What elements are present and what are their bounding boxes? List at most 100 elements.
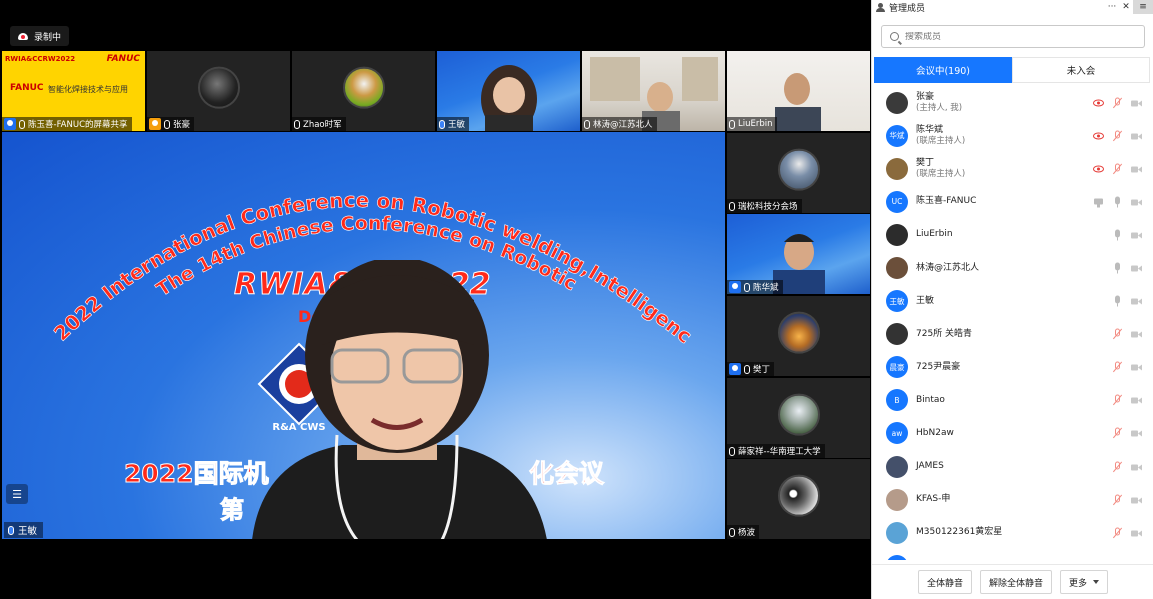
eye-icon[interactable] (1093, 130, 1104, 141)
member-row[interactable]: 王敏 王敏 (872, 285, 1153, 318)
video-tile[interactable]: 陈华斌 (727, 214, 870, 294)
unmute-all-button[interactable]: 解除全体静音 (979, 570, 1052, 594)
member-text: KFAS-申 (916, 494, 950, 505)
cloud-record-icon (18, 32, 28, 40)
window-buttons: ··· ✕ ≡ (1105, 0, 1153, 14)
member-row[interactable]: 张豪 (主持人, 我) (872, 86, 1153, 119)
member-row[interactable]: KFAS-申 (872, 483, 1153, 516)
microphone-muted-icon[interactable] (1112, 163, 1123, 174)
microphone-muted-icon[interactable] (1112, 328, 1123, 340)
tile-label: 陈华斌 (727, 280, 783, 294)
member-row[interactable]: B Bintao (872, 384, 1153, 417)
member-name: JAMES (916, 461, 944, 472)
video-tile[interactable]: LiuErbin (727, 51, 870, 131)
microphone-muted-icon[interactable] (1112, 494, 1123, 505)
member-name: 樊丁 (916, 157, 935, 168)
video-tile-screen-share[interactable]: RWIA&CCRW2022 FANUC FANUC 智能化焊接技术与应用 陈玉喜… (2, 51, 145, 131)
video-tile[interactable]: 王敏 (437, 51, 580, 131)
list-toggle-button[interactable]: ☰ (6, 484, 28, 504)
member-row[interactable]: 晨豪 725尹晨豪 (872, 351, 1153, 384)
tile-name: 樊丁 (753, 365, 771, 375)
camera-off-icon[interactable] (1131, 461, 1142, 472)
meeting-window: 录制中 RWIA&CCRW2022 FANUC FANUC 智能化焊接技术与应用… (0, 0, 1153, 599)
mic-icon (729, 201, 735, 211)
tile-name: 薛家祥--华南理工大学 (738, 447, 821, 457)
member-row[interactable]: JAMES (872, 450, 1153, 483)
camera-off-icon[interactable] (1131, 527, 1142, 538)
member-status-icons (1112, 394, 1142, 406)
microphone-muted-icon[interactable] (1112, 130, 1123, 141)
microphone-icon[interactable] (1112, 262, 1123, 274)
member-row[interactable]: SSJFun (872, 549, 1153, 560)
member-row[interactable]: aw HbN2aw (872, 417, 1153, 450)
member-row[interactable]: LiuErbin (872, 218, 1153, 251)
avatar (886, 455, 908, 478)
microphone-muted-icon[interactable] (1112, 97, 1123, 108)
screen-share-icon[interactable] (1093, 196, 1104, 208)
camera-off-icon[interactable] (1131, 229, 1142, 240)
member-row[interactable]: 725所 关皓青 (872, 318, 1153, 351)
microphone-icon[interactable] (1112, 196, 1123, 208)
video-tile[interactable]: 瑞松科技分会场 (727, 133, 870, 213)
more-options-button[interactable]: ··· (1105, 0, 1119, 14)
camera-off-icon[interactable] (1131, 97, 1142, 108)
mute-all-button[interactable]: 全体静音 (917, 570, 972, 594)
video-tile[interactable]: 薛家祥--华南理工大学 (727, 378, 870, 458)
video-tile[interactable]: Zhao时军 (292, 51, 435, 131)
camera-off-icon[interactable] (1131, 395, 1142, 406)
member-row[interactable]: M350122361黄宏星 (872, 516, 1153, 549)
member-row[interactable]: 林涛@江苏北人 (872, 251, 1153, 284)
microphone-muted-icon[interactable] (1112, 527, 1123, 538)
avatar (886, 91, 908, 114)
member-row[interactable]: 华斌 陈华斌 (联席主持人) (872, 119, 1153, 152)
camera-off-icon[interactable] (1131, 130, 1142, 141)
member-status-icons (1112, 262, 1142, 274)
microphone-muted-icon[interactable] (1112, 361, 1123, 373)
member-text: 陈华斌 (联席主持人) (916, 125, 965, 147)
member-name: 张豪 (916, 91, 935, 102)
camera-off-icon[interactable] (1131, 196, 1142, 207)
avatar (777, 393, 820, 436)
microphone-muted-icon[interactable] (1112, 427, 1123, 439)
member-row[interactable]: UC 陈玉喜-FANUC (872, 185, 1153, 218)
recording-label: 录制中 (34, 32, 62, 43)
microphone-muted-icon[interactable] (1112, 394, 1123, 406)
search-input[interactable] (905, 31, 1125, 42)
tab-in-meeting[interactable]: 会议中(190) (874, 57, 1012, 83)
tile-label: 张豪 (147, 117, 195, 131)
fanuc-logo: FANUC (106, 54, 140, 64)
camera-off-icon[interactable] (1131, 494, 1142, 505)
microphone-muted-icon[interactable] (1112, 461, 1123, 472)
close-button[interactable]: ✕ (1119, 0, 1133, 14)
camera-off-icon[interactable] (1131, 263, 1142, 274)
panel-menu-button[interactable]: ≡ (1133, 0, 1153, 14)
camera-off-icon[interactable] (1131, 296, 1142, 307)
microphone-icon[interactable] (1112, 295, 1123, 307)
camera-off-icon[interactable] (1131, 329, 1142, 340)
panel-footer: 全体静音 解除全体静音 更多 (872, 564, 1153, 599)
more-label: 更多 (1069, 578, 1088, 589)
member-role: (联席主持人) (916, 168, 966, 179)
tile-label: 陈玉喜-FANUC的屏幕共享 (2, 117, 132, 131)
recording-indicator[interactable]: 录制中 (10, 26, 70, 46)
video-tile[interactable]: 林涛@江苏北人 (582, 51, 725, 131)
member-text: 王敏 (916, 296, 934, 307)
microphone-icon[interactable] (1112, 229, 1123, 241)
video-tile[interactable]: 张豪 (147, 51, 290, 131)
tab-not-joined[interactable]: 未入会 (1012, 57, 1150, 83)
tile-label: 薛家祥--华南理工大学 (727, 444, 825, 458)
main-speaker-video[interactable]: 2022 International Conference on Robotic… (2, 132, 725, 539)
member-name: 王敏 (916, 295, 935, 306)
member-text: HbN2aw (916, 428, 954, 439)
camera-off-icon[interactable] (1131, 362, 1142, 373)
camera-off-icon[interactable] (1131, 163, 1142, 174)
more-button[interactable]: 更多 (1060, 570, 1109, 594)
eye-icon[interactable] (1093, 97, 1104, 108)
eye-icon[interactable] (1093, 163, 1104, 174)
member-row[interactable]: 樊丁 (联席主持人) (872, 152, 1153, 185)
video-tile[interactable]: 杨波 (727, 459, 870, 539)
member-name: Bintao (916, 394, 945, 405)
video-tile[interactable]: 樊丁 (727, 296, 870, 376)
member-search[interactable] (881, 25, 1145, 48)
camera-off-icon[interactable] (1131, 428, 1142, 439)
